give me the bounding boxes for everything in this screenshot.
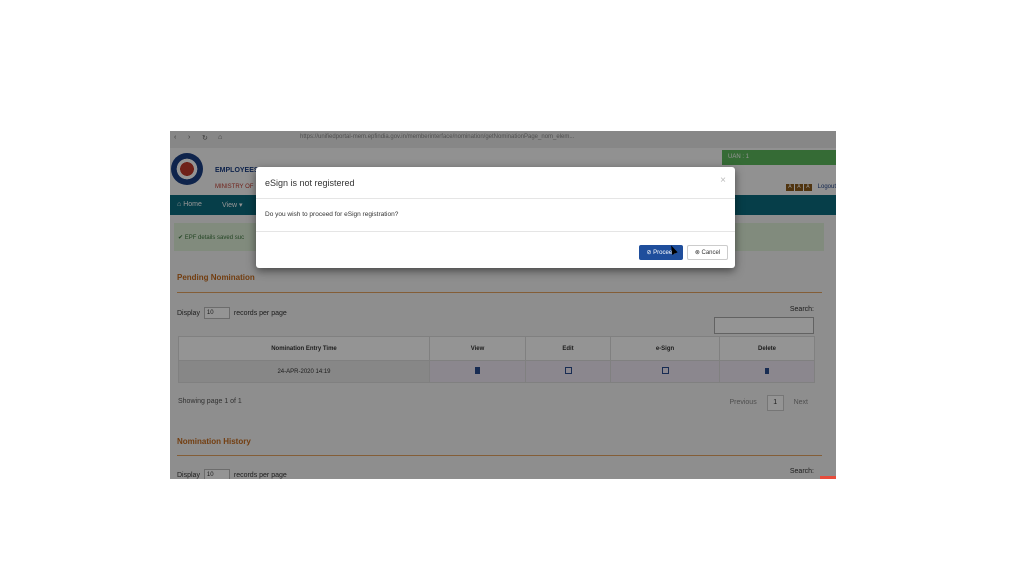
cancel-button[interactable]: ⊗ Cancel bbox=[687, 245, 728, 260]
screen-frame: ‹ › ↻ ⌂ https://unifiedportal-mem.epfind… bbox=[170, 131, 836, 479]
dialog-header: eSign is not registered × bbox=[256, 167, 735, 199]
dialog-title: eSign is not registered bbox=[265, 178, 355, 188]
esign-dialog: eSign is not registered × Do you wish to… bbox=[256, 167, 735, 268]
dialog-footer-divider bbox=[256, 231, 735, 232]
close-icon[interactable]: × bbox=[720, 175, 726, 186]
corner-marker bbox=[820, 476, 836, 479]
dialog-message: Do you wish to proceed for eSign registr… bbox=[265, 211, 399, 218]
